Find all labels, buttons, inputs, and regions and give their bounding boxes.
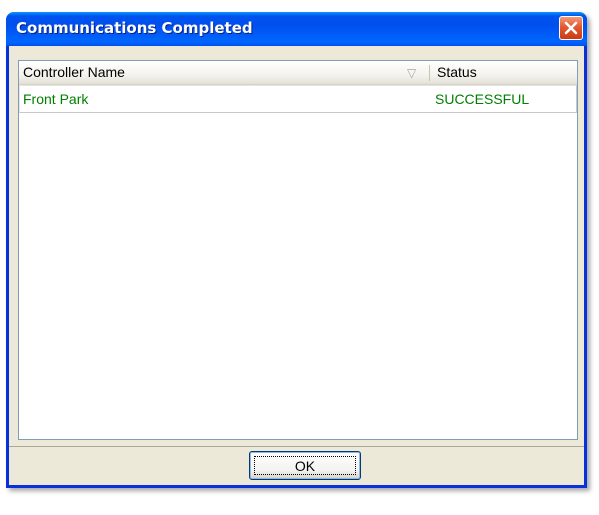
column-header-status[interactable]: Status [429, 61, 577, 84]
dialog-title: Communications Completed [16, 19, 253, 37]
column-header-controller-name[interactable]: Controller Name [19, 61, 429, 84]
footer-divider [9, 446, 584, 447]
title-bar[interactable]: Communications Completed [6, 12, 587, 46]
list-header: Controller Name ▽ Status [19, 61, 577, 85]
close-icon [564, 21, 578, 35]
sort-descending-icon: ▽ [407, 66, 417, 80]
ok-button[interactable]: OK [249, 451, 361, 480]
list-item[interactable]: Front Park SUCCESSFUL [19, 85, 577, 113]
ok-button-label: OK [294, 458, 316, 474]
results-list[interactable]: Controller Name ▽ Status Front Park SUCC… [18, 60, 578, 440]
close-button[interactable] [559, 16, 583, 40]
column-header-label: Status [437, 64, 477, 80]
controller-name-cell: Front Park [23, 91, 89, 107]
column-header-label: Controller Name [23, 64, 125, 80]
dialog-body: Controller Name ▽ Status Front Park SUCC… [9, 46, 584, 485]
status-cell: SUCCESSFUL [435, 91, 530, 107]
communications-completed-dialog: Communications Completed Controller Name… [6, 12, 587, 488]
